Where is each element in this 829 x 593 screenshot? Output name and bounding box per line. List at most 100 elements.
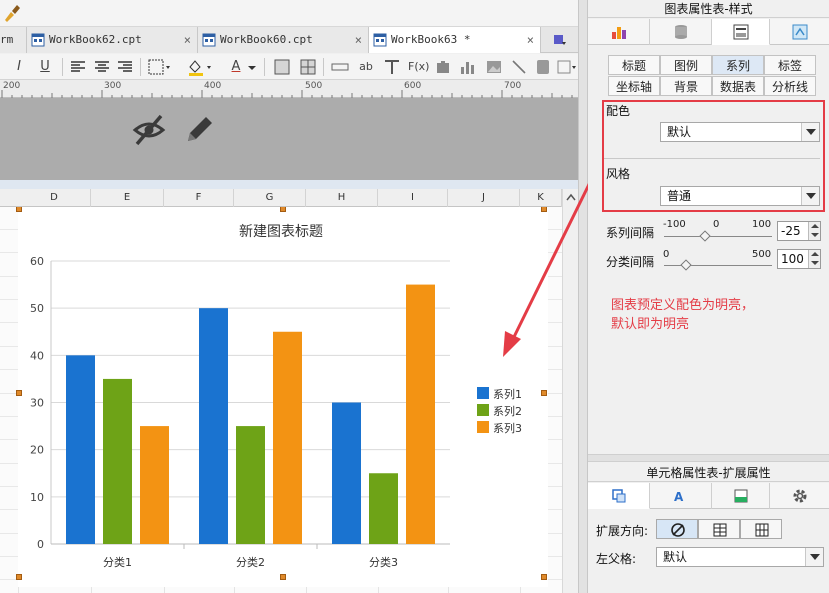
- format-brush-icon[interactable]: [2, 3, 22, 23]
- decrement-button[interactable]: [808, 259, 820, 268]
- resize-handle[interactable]: [280, 574, 286, 580]
- image-icon[interactable]: [485, 57, 503, 77]
- insert-string-button[interactable]: ab: [357, 57, 375, 77]
- expand-vertical-icon: [713, 523, 727, 537]
- tab-workbook62[interactable]: WorkBook62.cpt ×: [27, 27, 198, 53]
- tab-label: WorkBook60.cpt: [220, 33, 313, 46]
- panel-splitter[interactable]: [588, 454, 829, 462]
- plugin-icon[interactable]: [434, 57, 452, 77]
- tab-chart-type[interactable]: [588, 19, 650, 45]
- tab-data[interactable]: [650, 19, 712, 45]
- y-tick-label: 40: [30, 349, 44, 362]
- italic-button[interactable]: I: [12, 57, 26, 77]
- subtab-series[interactable]: 系列: [712, 55, 764, 75]
- workbook-icon: [373, 33, 387, 47]
- chevron-down-icon[interactable]: [805, 548, 823, 566]
- chart-element[interactable]: 新建图表标题 0 10 20 30 40 50 60 分类1 分类2 分类3 系列1 系列2 系列3: [18, 207, 548, 587]
- left-parent-select[interactable]: 默认: [656, 547, 824, 567]
- column-d[interactable]: D: [18, 189, 91, 207]
- document-tabs: rm WorkBook62.cpt × WorkBook60.cpt × Wor…: [0, 27, 578, 53]
- column-f[interactable]: F: [164, 189, 234, 207]
- increment-button[interactable]: [808, 250, 820, 259]
- edit-pencil-icon[interactable]: [181, 112, 217, 148]
- expand-vertical-button[interactable]: [698, 519, 740, 539]
- column-i[interactable]: I: [378, 189, 448, 207]
- subtab-axis[interactable]: 坐标轴: [608, 76, 660, 96]
- fill-color-icon[interactable]: [186, 57, 214, 77]
- resize-handle[interactable]: [16, 207, 22, 212]
- ruler-number: 300: [104, 81, 122, 91]
- chevron-down-icon[interactable]: [247, 57, 257, 77]
- resize-handle[interactable]: [16, 574, 22, 580]
- resize-handle[interactable]: [541, 574, 547, 580]
- insert-text-icon[interactable]: [331, 57, 349, 77]
- expand-horizontal-button[interactable]: [740, 519, 782, 539]
- y-tick-label: 0: [37, 538, 44, 551]
- chart-toolbar-overlay: [0, 98, 578, 180]
- eye-off-icon[interactable]: [131, 112, 167, 148]
- series-gap-slider-track[interactable]: [664, 236, 772, 237]
- align-right-icon[interactable]: [117, 57, 133, 77]
- tab-cell-style[interactable]: A: [650, 483, 712, 509]
- spreadsheet-grid[interactable]: 新建图表标题 0 10 20 30 40 50 60 分类1 分类2 分类3 系列1 系列2 系列3: [0, 207, 578, 593]
- tab-rm[interactable]: rm: [0, 27, 27, 53]
- highlight-box: [602, 100, 825, 212]
- sub-report-icon[interactable]: [534, 57, 552, 77]
- split-cells-icon[interactable]: [300, 57, 316, 77]
- tab-list-icon[interactable]: [553, 33, 567, 47]
- series-gap-max: 100: [752, 219, 772, 230]
- resize-handle[interactable]: [541, 390, 547, 396]
- border-icon[interactable]: [148, 57, 172, 77]
- column-h[interactable]: H: [306, 189, 378, 207]
- legend-swatch: [477, 387, 489, 399]
- align-center-icon[interactable]: [94, 57, 110, 77]
- increment-button[interactable]: [808, 222, 820, 231]
- close-icon[interactable]: ×: [355, 27, 362, 53]
- resize-handle[interactable]: [280, 207, 286, 212]
- underline-button[interactable]: U: [38, 57, 52, 77]
- column-header: D E F G H I J K: [0, 189, 578, 207]
- bar-3-1: [140, 426, 169, 544]
- subtab-title[interactable]: 标题: [608, 55, 660, 75]
- font-color-button[interactable]: A: [228, 57, 244, 77]
- frame-icon[interactable]: [556, 57, 578, 77]
- category-gap-slider-thumb[interactable]: [679, 259, 692, 271]
- tab-workbook60[interactable]: WorkBook60.cpt ×: [198, 27, 369, 53]
- tab-effects[interactable]: [770, 19, 829, 45]
- column-e[interactable]: E: [91, 189, 164, 207]
- column-g[interactable]: G: [234, 189, 306, 207]
- tab-style[interactable]: [712, 19, 770, 45]
- tab-cell-other[interactable]: [712, 483, 770, 509]
- bar-chart[interactable]: 新建图表标题 0 10 20 30 40 50 60 分类1 分类2 分类3 系列1 系列2 系列3: [18, 207, 548, 587]
- expand-icon: [611, 489, 625, 503]
- tab-workbook63[interactable]: WorkBook63 * ×: [369, 27, 541, 53]
- ruler-number: 400: [204, 81, 222, 91]
- insert-richtext-icon[interactable]: [383, 57, 401, 77]
- annotation-note: 图表预定义配色为明亮， 默认即为明亮: [611, 298, 755, 332]
- bar-3-3: [406, 284, 435, 544]
- subtab-legend[interactable]: 图例: [660, 55, 712, 75]
- ruler-number: 200: [3, 81, 21, 91]
- left-parent-label: 左父格:: [596, 552, 637, 566]
- subtab-datasheet[interactable]: 数据表: [712, 76, 764, 96]
- expand-horizontal-icon: [755, 523, 769, 537]
- chart-icon[interactable]: [459, 57, 477, 77]
- expand-none-button[interactable]: [656, 519, 698, 539]
- close-icon[interactable]: ×: [184, 27, 191, 53]
- series-gap-spinner[interactable]: -25: [777, 221, 821, 241]
- subtab-label[interactable]: 标签: [764, 55, 816, 75]
- close-icon[interactable]: ×: [527, 27, 534, 53]
- subtab-background[interactable]: 背景: [660, 76, 712, 96]
- slash-icon[interactable]: [510, 57, 528, 77]
- text-style-icon: A: [674, 490, 684, 504]
- subtab-analysis-line[interactable]: 分析线: [764, 76, 816, 96]
- resize-handle[interactable]: [16, 390, 22, 396]
- tab-cell-settings[interactable]: [770, 483, 829, 509]
- category-gap-spinner[interactable]: 100: [777, 249, 821, 269]
- formula-button[interactable]: F(x): [408, 57, 429, 77]
- merge-cells-icon[interactable]: [274, 57, 290, 77]
- tab-expand[interactable]: [588, 483, 650, 509]
- decrement-button[interactable]: [808, 231, 820, 240]
- series-gap-slider-thumb[interactable]: [698, 230, 711, 242]
- align-left-icon[interactable]: [70, 57, 86, 77]
